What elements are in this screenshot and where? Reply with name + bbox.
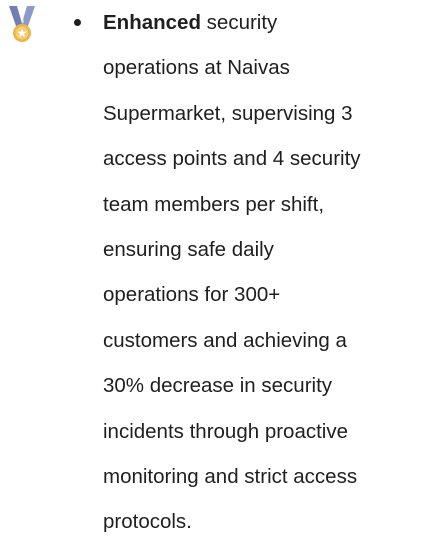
bullet-line: ensuring safe daily: [103, 238, 274, 262]
medal-icon: [8, 4, 36, 44]
bullet-line: incidents through proactive: [103, 419, 349, 443]
bullet-line: team members per shift,: [103, 192, 325, 216]
bullet-lead: Enhanced: [103, 11, 201, 34]
bullet-line: protocols.: [103, 510, 192, 534]
bullet-line: Enhanced security: [103, 11, 278, 34]
bullet-dot: [74, 19, 81, 26]
bullet-line: monitoring and strict access: [103, 465, 358, 489]
bullet-line: access points and 4 security: [103, 147, 361, 171]
bullet-line: 30% decrease in security: [103, 374, 333, 398]
bullet-line: operations for 300+: [103, 283, 281, 307]
bullet-line: customers and achieving a: [103, 328, 347, 352]
bullet-text: Enhanced security operations at Naivas S…: [103, 0, 426, 545]
bullet-line: Supermarket, supervising 3: [103, 101, 353, 125]
bullet-line: operations at Naivas: [103, 56, 290, 80]
